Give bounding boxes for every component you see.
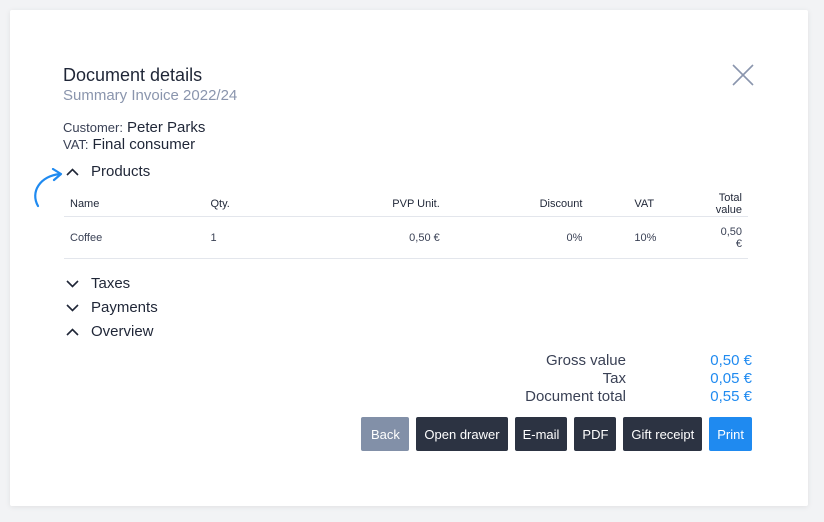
- gross-value-row: Gross value 0,50 €: [480, 351, 752, 369]
- email-button[interactable]: E-mail: [514, 417, 568, 451]
- document-total-amount: 0,55 €: [710, 387, 752, 405]
- cell-qty: 1: [204, 216, 316, 259]
- products-table: Name Qty. PVP Unit. Discount VAT Total v…: [64, 192, 748, 259]
- col-vat: VAT: [588, 192, 710, 217]
- table-header-row: Name Qty. PVP Unit. Discount VAT Total v…: [64, 192, 748, 217]
- col-total-value: Total value: [709, 192, 748, 217]
- col-pvp-unit: PVP Unit.: [315, 192, 446, 217]
- section-overview-toggle[interactable]: Overview: [66, 323, 154, 340]
- col-qty: Qty.: [204, 192, 316, 217]
- col-discount: Discount: [445, 192, 589, 217]
- chevron-up-icon: [66, 167, 79, 176]
- modal-title: Document details: [63, 65, 203, 85]
- document-details-modal: Document details Summary Invoice 2022/24…: [10, 10, 808, 506]
- vat-label: VAT:: [63, 137, 89, 152]
- section-overview-label: Overview: [91, 323, 154, 340]
- cell-discount: 0%: [445, 216, 589, 259]
- customer-value: Peter Parks: [126, 119, 206, 136]
- section-products-label: Products: [91, 163, 151, 180]
- action-bar: Back Open drawer E-mail PDF Gift receipt…: [361, 417, 752, 451]
- print-button[interactable]: Print: [709, 417, 752, 451]
- customer-label: Customer:: [63, 120, 123, 135]
- cell-name: Coffee: [64, 216, 205, 259]
- section-taxes-label: Taxes: [91, 275, 131, 292]
- tax-amount: 0,05 €: [710, 369, 752, 387]
- section-products-toggle[interactable]: Products: [66, 163, 150, 180]
- gross-value-label: Gross value: [545, 351, 626, 369]
- table-row: Coffee 1 0,50 € 0% 10% 0,50 €: [64, 216, 748, 259]
- vat-line: VAT: Final consumer: [63, 136, 195, 153]
- close-button[interactable]: [729, 61, 757, 89]
- chevron-up-icon: [66, 327, 79, 336]
- vat-value: Final consumer: [92, 136, 196, 153]
- cell-pvp-unit: 0,50 €: [315, 216, 446, 259]
- cell-total-value: 0,50 €: [709, 216, 748, 259]
- section-payments-label: Payments: [91, 299, 158, 316]
- open-drawer-button[interactable]: Open drawer: [416, 417, 508, 451]
- customer-line: Customer: Peter Parks: [63, 119, 205, 136]
- close-icon: [732, 64, 754, 86]
- tax-row: Tax 0,05 €: [480, 369, 752, 387]
- cell-vat: 10%: [588, 216, 710, 259]
- modal-subtitle: Summary Invoice 2022/24: [63, 87, 238, 104]
- document-total-row: Document total 0,55 €: [480, 387, 752, 405]
- tax-label: Tax: [602, 369, 626, 387]
- gift-receipt-button[interactable]: Gift receipt: [623, 417, 703, 451]
- back-button[interactable]: Back: [361, 417, 410, 451]
- overview-totals: Gross value 0,50 € Tax 0,05 € Document t…: [480, 351, 752, 405]
- document-total-label: Document total: [525, 387, 626, 405]
- section-payments-toggle[interactable]: Payments: [66, 299, 158, 316]
- chevron-down-icon: [66, 303, 79, 312]
- section-taxes-toggle[interactable]: Taxes: [66, 275, 130, 292]
- col-name: Name: [64, 192, 205, 217]
- gross-value-amount: 0,50 €: [710, 351, 752, 369]
- chevron-down-icon: [66, 279, 79, 288]
- pdf-button[interactable]: PDF: [574, 417, 617, 451]
